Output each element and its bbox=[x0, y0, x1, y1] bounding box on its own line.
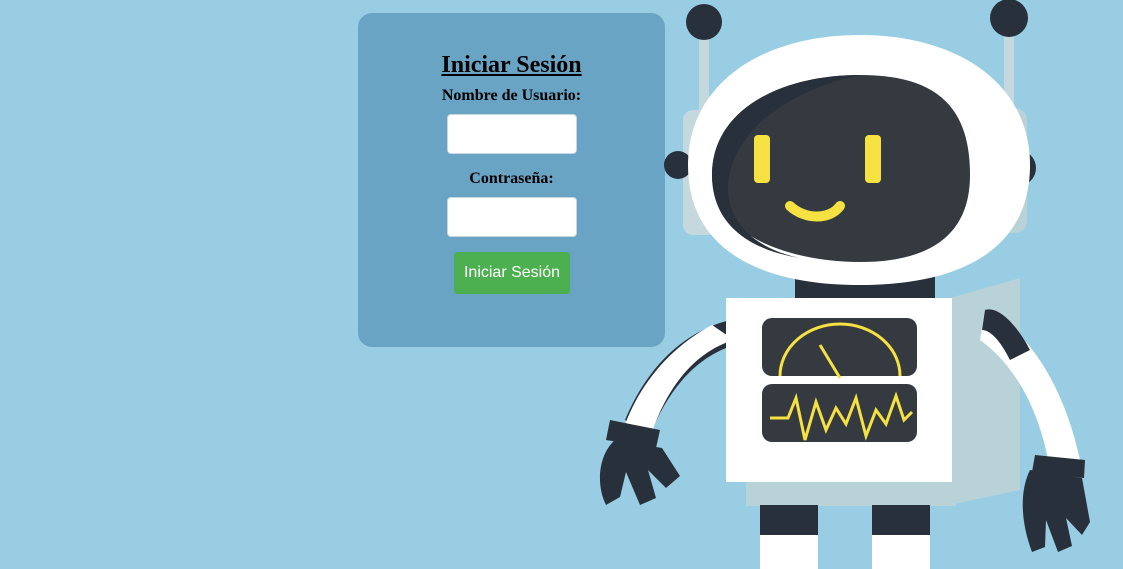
username-field[interactable] bbox=[447, 114, 577, 154]
password-field[interactable] bbox=[447, 197, 577, 237]
robot-mascot-icon bbox=[599, 0, 1090, 569]
login-submit-button[interactable]: Iniciar Sesión bbox=[454, 252, 570, 294]
